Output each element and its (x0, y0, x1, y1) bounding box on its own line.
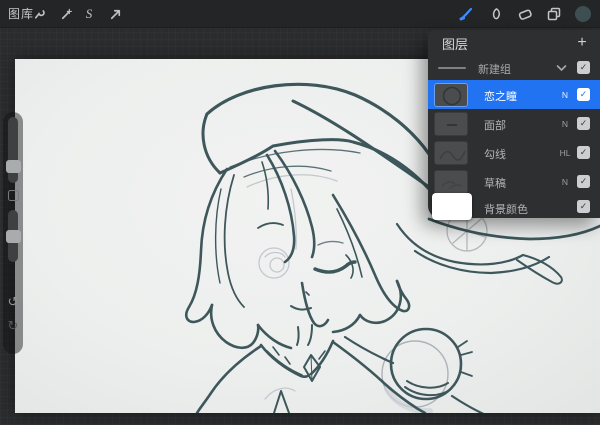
eraser-tool-icon[interactable] (514, 0, 536, 28)
undo-button[interactable]: ↺ (3, 294, 23, 310)
layer-visibility-checkbox[interactable]: ✓ (577, 117, 590, 130)
smudge-tool-icon[interactable] (485, 0, 507, 28)
layer-name: 恋之瞳 (484, 88, 517, 104)
selection-icon[interactable]: S (78, 0, 100, 28)
procreate-app: { "toolbar": { "gallery_label": "图库", "a… (0, 0, 600, 425)
layer-thumbnail[interactable] (434, 83, 468, 107)
actions-wrench-icon[interactable] (28, 0, 50, 28)
layer-visibility-checkbox[interactable]: ✓ (577, 88, 590, 101)
blend-mode-badge[interactable]: N (554, 119, 576, 129)
blend-mode-badge[interactable]: N (554, 90, 576, 100)
layer-row[interactable]: 面部 N ✓ (428, 109, 600, 138)
layer-name: 面部 (484, 117, 506, 133)
layer-visibility-checkbox[interactable]: ✓ (577, 146, 590, 159)
brush-size-slider[interactable] (8, 117, 18, 183)
layers-panel-title: 图层 (442, 34, 468, 53)
group-visibility-checkbox[interactable]: ✓ (577, 61, 590, 74)
layers-panel-icon[interactable] (543, 0, 565, 28)
layers-panel-header: 图层 + (428, 30, 600, 56)
redo-button[interactable]: ↻ (3, 318, 23, 334)
group-name: 新建组 (478, 61, 511, 77)
brush-tool-icon[interactable] (455, 0, 477, 28)
layer-name: 勾线 (484, 146, 506, 162)
brush-opacity-handle[interactable] (6, 230, 21, 243)
background-color-row[interactable]: 背景颜色 ✓ (428, 196, 600, 218)
layers-panel: 图层 + 新建组 ✓ 恋之瞳 N ✓ 面部 N ✓ 勾线 HL ✓ (428, 30, 600, 218)
layer-thumbnail[interactable] (434, 141, 468, 165)
layer-thumbnail[interactable] (434, 112, 468, 136)
background-color-swatch[interactable] (432, 193, 472, 220)
layer-row[interactable]: 勾线 HL ✓ (428, 138, 600, 167)
layer-row[interactable]: 草稿 N ✓ (428, 167, 600, 196)
layer-row-selected[interactable]: 恋之瞳 N ✓ (428, 80, 600, 109)
blend-mode-badge[interactable]: HL (554, 148, 576, 158)
adjustments-wand-icon[interactable] (55, 0, 77, 28)
brush-size-handle[interactable] (6, 160, 21, 173)
layer-thumbnail[interactable] (434, 170, 468, 194)
top-toolbar: 图库 S (0, 0, 600, 28)
blend-mode-badge[interactable]: N (554, 177, 576, 187)
layer-name: 草稿 (484, 175, 506, 191)
brush-sidebar: ↺ ↻ (3, 112, 23, 354)
add-layer-button[interactable]: + (572, 33, 592, 53)
modify-button[interactable] (8, 190, 19, 201)
chevron-down-icon[interactable] (556, 63, 567, 75)
layer-visibility-checkbox[interactable]: ✓ (577, 200, 590, 213)
group-dash-icon (438, 67, 466, 69)
current-color-swatch[interactable] (572, 0, 594, 28)
layer-visibility-checkbox[interactable]: ✓ (577, 175, 590, 188)
transform-arrow-icon[interactable] (104, 0, 126, 28)
layer-group-row[interactable]: 新建组 ✓ (428, 56, 600, 80)
layer-name: 背景颜色 (484, 201, 528, 217)
